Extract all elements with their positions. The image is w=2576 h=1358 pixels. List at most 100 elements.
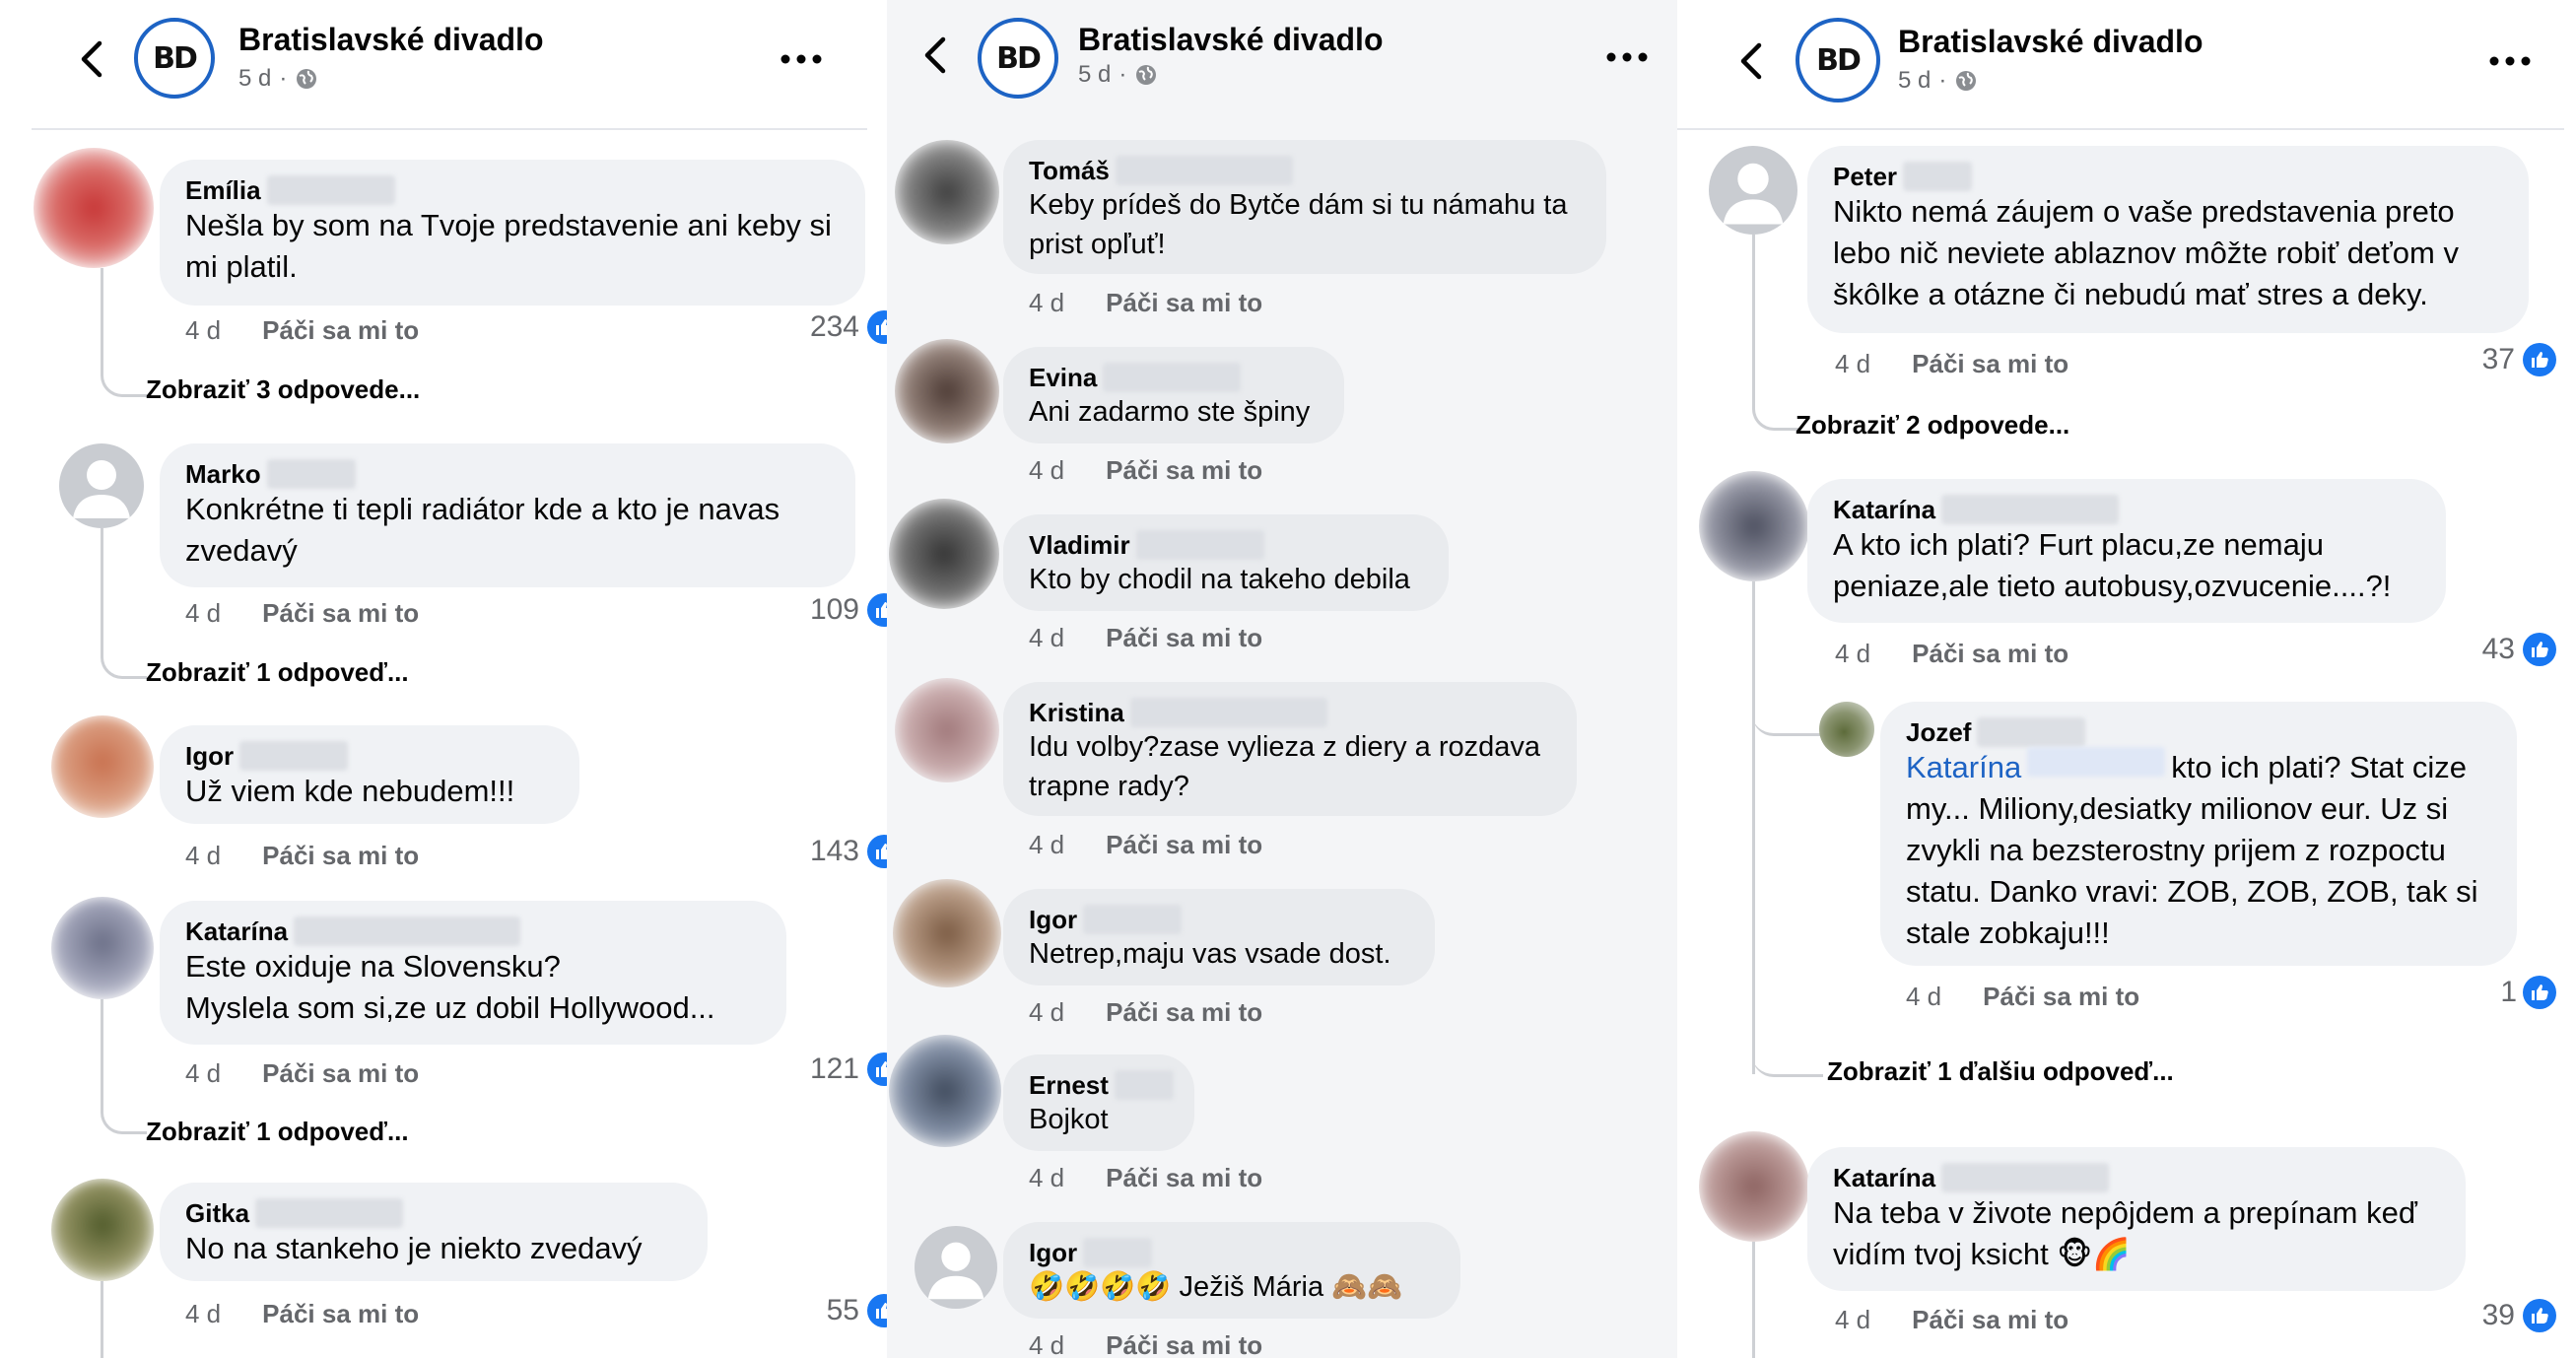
more-options-icon[interactable] [2487,47,2533,75]
comment-author[interactable]: Tomáš [1029,156,1110,185]
like-button[interactable]: Páči sa mi to [262,315,419,345]
avatar[interactable] [51,897,154,999]
view-replies-link[interactable]: Zobraziť 1 odpoveď... [146,657,409,688]
comment-author[interactable]: Ernest [1029,1070,1109,1100]
comment-bubble[interactable]: Katarína A kto ich plati? Furt placu,ze … [1807,479,2446,623]
like-count[interactable]: 109 [721,593,859,627]
comment-author[interactable]: Marko [185,459,261,489]
like-button[interactable]: Páči sa mi to [1106,1163,1262,1192]
redacted-name [2027,747,2166,777]
comment-text: Nikto nemá záujem o vaše predstavenia pr… [1833,194,2468,311]
comment-author[interactable]: Kristina [1029,698,1124,727]
like-button[interactable]: Páči sa mi to [262,1058,419,1088]
page-name[interactable]: Bratislavské divadlo [238,22,543,58]
default-avatar-icon[interactable] [915,1226,997,1309]
comment-bubble[interactable]: Ernest Bojkot [1003,1054,1194,1151]
comment-text: Už viem kde nebudem!!! [185,774,515,808]
comment-author[interactable]: Emília [185,175,261,205]
like-count[interactable]: 39 [2387,1299,2515,1332]
view-replies-link[interactable]: Zobraziť 2 odpovede... [1796,410,2069,441]
page-logo[interactable]: BD [1796,18,1880,102]
comment-author[interactable]: Katarína [1833,1163,1935,1192]
like-count[interactable]: 121 [721,1052,859,1086]
avatar[interactable] [893,879,1001,987]
like-count[interactable]: 1 [2387,976,2517,1009]
redacted-name [1114,1070,1174,1100]
like-button[interactable]: Páči sa mi to [1106,455,1262,485]
comment-bubble[interactable]: Tomáš Keby prídeš do Bytče dám si tu nám… [1003,140,1606,274]
avatar[interactable] [895,678,999,782]
comment-bubble[interactable]: Jozef Katarína kto ich plati? Stat cize m… [1880,702,2517,966]
more-options-icon[interactable] [1604,43,1650,71]
comments-card: BD Bratislavské divadlo 5 d · Emília Nešl… [32,0,887,1358]
like-button[interactable]: Páči sa mi to [1106,1330,1262,1358]
like-button[interactable]: Páči sa mi to [262,598,419,628]
mention-link[interactable]: Katarína [1906,750,2021,784]
like-count[interactable]: 143 [721,835,859,868]
comment-author[interactable]: Igor [185,741,234,771]
comment-bubble[interactable]: Igor 🤣🤣🤣🤣 Ježiš Mária 🙈🙈 [1003,1222,1460,1319]
comment-author[interactable]: Gitka [185,1198,249,1228]
comment-author[interactable]: Katarína [185,917,288,946]
like-button[interactable]: Páči sa mi to [1106,830,1262,859]
avatar[interactable] [1699,471,1809,581]
comment-bubble[interactable]: Katarína Na teba v živote nepôjdem a pre… [1807,1147,2466,1291]
comment-author[interactable]: Evina [1029,363,1097,392]
comment-author[interactable]: Peter [1833,162,1897,191]
like-count[interactable]: 43 [2387,633,2515,666]
page-name[interactable]: Bratislavské divadlo [1898,24,2203,60]
avatar[interactable] [51,715,154,818]
avatar[interactable] [34,148,154,268]
view-replies-link[interactable]: Zobraziť 1 odpoveď... [146,1117,409,1147]
comment-author[interactable]: Igor [1029,1238,1077,1267]
comment-author[interactable]: Vladimir [1029,530,1130,560]
view-replies-link[interactable]: Zobraziť 3 odpovede... [146,374,420,405]
comment-author[interactable]: Jozef [1906,717,1971,747]
page-name[interactable]: Bratislavské divadlo [1078,22,1383,58]
back-arrow-icon[interactable] [911,30,962,81]
comment-bubble[interactable]: Vladimir Kto by chodil na takeho debila [1003,514,1449,611]
avatar[interactable] [1699,1131,1809,1242]
like-thumb-icon [867,593,887,627]
avatar[interactable] [889,499,999,609]
comment-bubble[interactable]: Evina Ani zadarmo ste špiny [1003,347,1344,443]
comment-bubble[interactable]: Emília Nešla by som na Tvoje predstaveni… [160,160,865,306]
like-button[interactable]: Páči sa mi to [262,841,419,870]
page-logo[interactable]: BD [134,18,215,99]
page-logo[interactable]: BD [978,18,1058,99]
comment-bubble[interactable]: Gitka No na stankeho je niekto zvedavý [160,1183,708,1281]
like-button[interactable]: Páči sa mi to [1912,639,2068,668]
avatar[interactable] [889,1035,1001,1147]
default-avatar-icon[interactable] [1709,146,1797,235]
like-button[interactable]: Páči sa mi to [1912,349,2068,378]
screenshot-panel-1: BD Bratislavské divadlo 5 d · Emília Nešl… [0,0,887,1358]
like-button[interactable]: Páči sa mi to [1983,982,2139,1011]
comment-bubble[interactable]: Igor Už viem kde nebudem!!! [160,725,579,824]
comment-text: Keby prídeš do Bytče dám si tu námahu ta… [1029,189,1576,260]
comment-bubble[interactable]: Katarína Este oxiduje na Slovensku? Mysl… [160,901,786,1045]
more-options-icon[interactable] [779,45,824,73]
back-arrow-icon[interactable] [67,34,118,85]
comment-bubble[interactable]: Marko Konkrétne ti tepli radiátor kde a … [160,443,855,587]
avatar[interactable] [51,1179,154,1281]
like-thumb-icon [2523,1299,2556,1332]
avatar[interactable] [1819,702,1874,757]
comment-bubble[interactable]: Peter Nikto nemá záujem o vaše predstave… [1807,146,2529,333]
like-button[interactable]: Páči sa mi to [262,1299,419,1328]
like-button[interactable]: Páči sa mi to [1912,1305,2068,1334]
like-count[interactable]: 234 [721,310,859,344]
comment-author[interactable]: Igor [1029,905,1077,934]
avatar[interactable] [895,140,999,244]
like-count[interactable]: 37 [2387,343,2515,376]
comment-bubble[interactable]: Kristina Idu volby?zase vylieza z diery … [1003,682,1577,816]
like-button[interactable]: Páči sa mi to [1106,623,1262,652]
comment-bubble[interactable]: Igor Netrep,maju vas vsade dost. [1003,889,1435,985]
view-replies-link[interactable]: Zobraziť 1 ďalšiu odpoveď... [1827,1056,2174,1087]
default-avatar-icon[interactable] [59,443,144,528]
back-arrow-icon[interactable] [1727,35,1778,87]
like-button[interactable]: Páči sa mi to [1106,997,1262,1027]
comment-author[interactable]: Katarína [1833,495,1935,524]
avatar[interactable] [895,339,999,443]
like-button[interactable]: Páči sa mi to [1106,288,1262,317]
like-count[interactable]: 55 [721,1294,859,1327]
